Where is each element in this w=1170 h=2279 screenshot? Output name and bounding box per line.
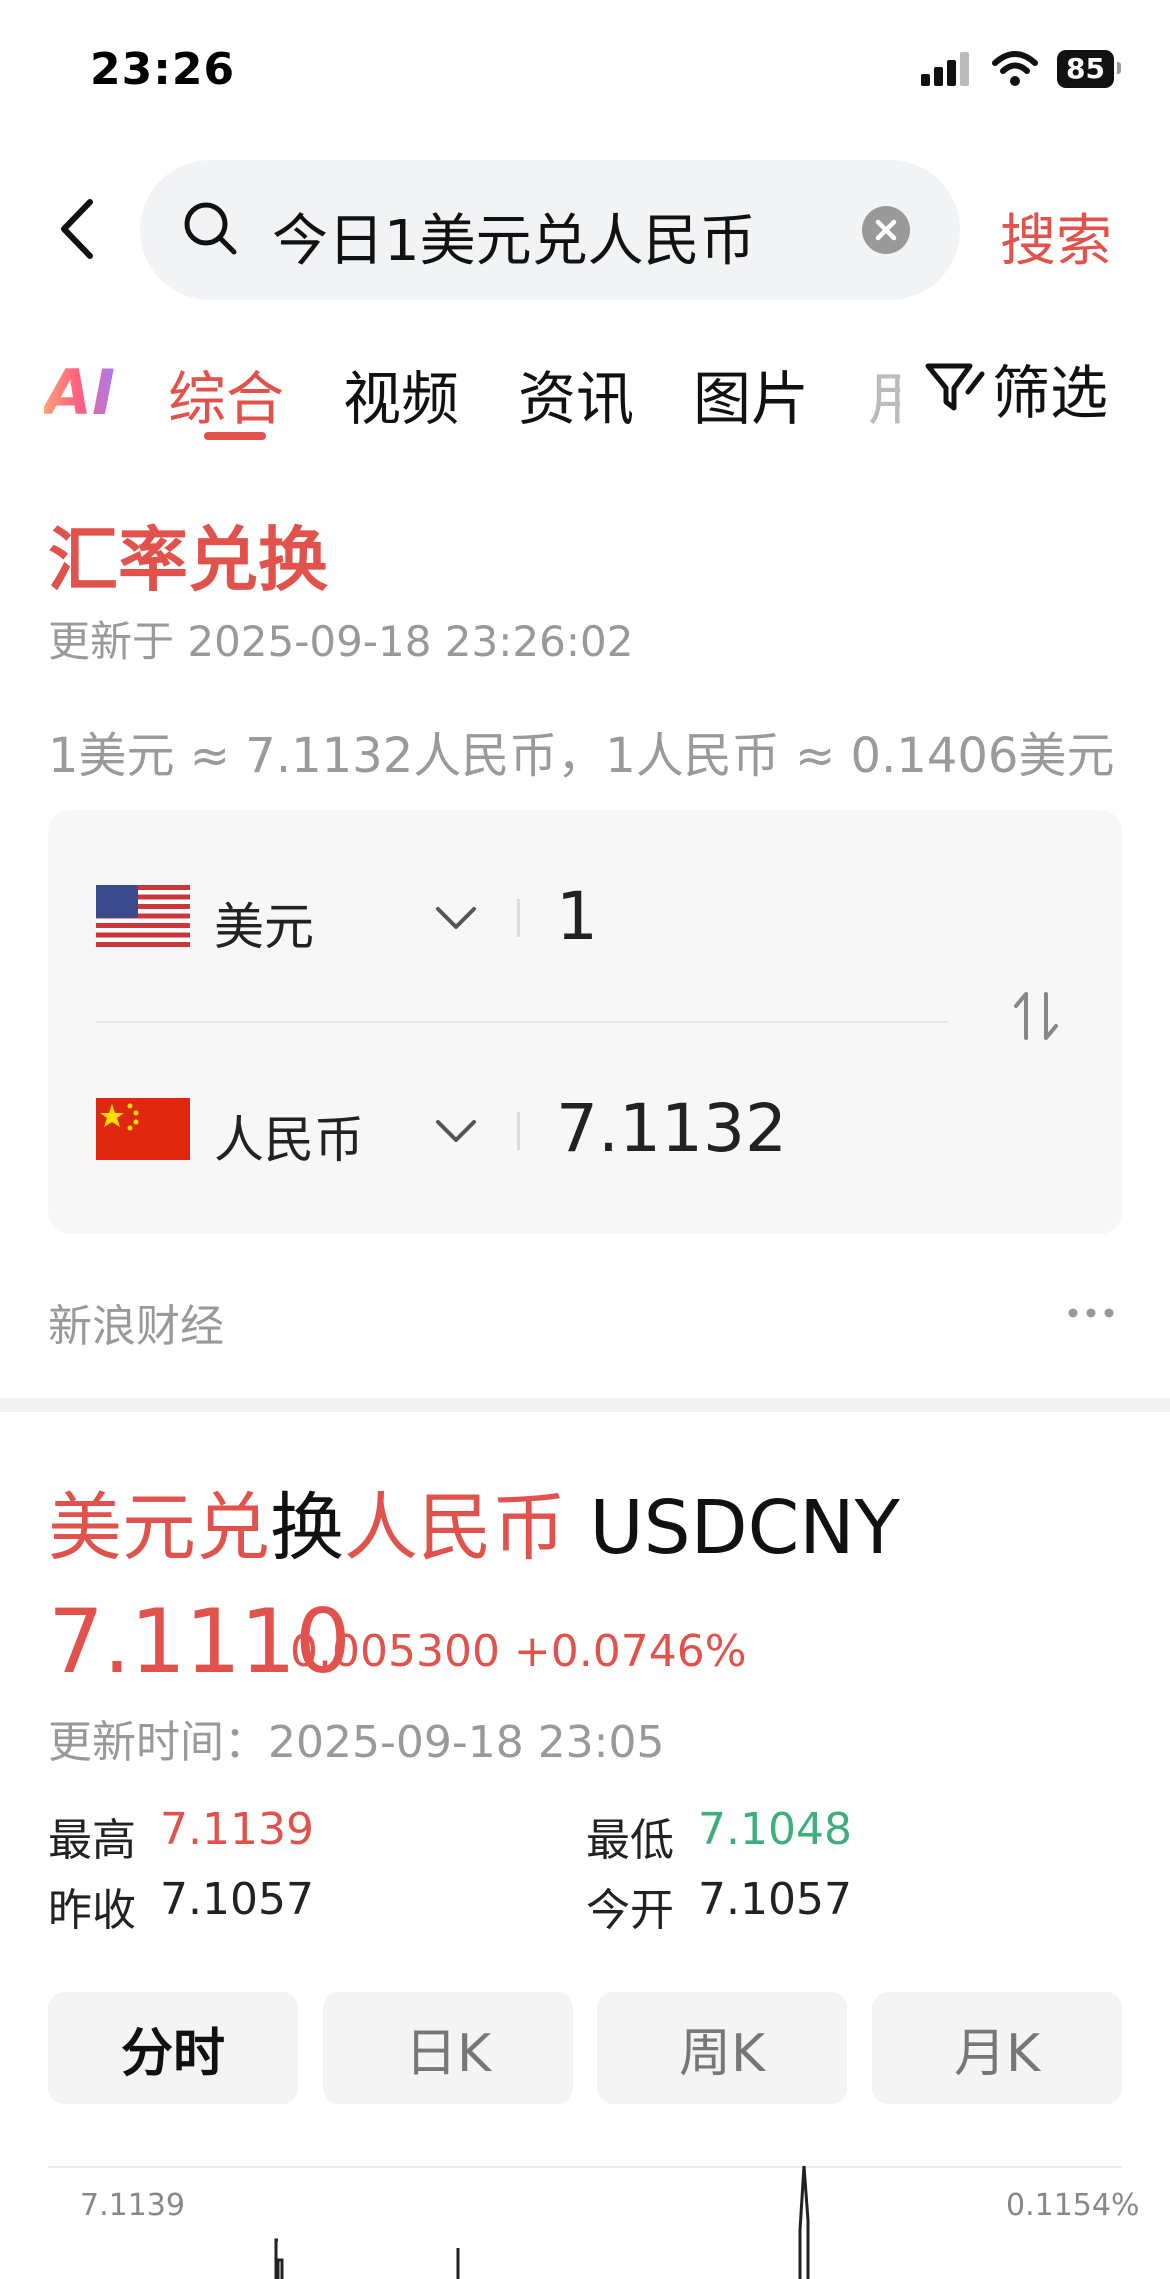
data-source: 新浪财经 <box>48 1301 224 1352</box>
to-amount-value[interactable]: 7.1132 <box>556 1090 787 1167</box>
back-arrow-icon[interactable] <box>56 196 100 262</box>
exchange-update-time: 更新于 2025-09-18 23:26:02 <box>48 617 634 666</box>
quote-title-part: 美元兑 <box>48 1485 270 1571</box>
low-label: 最低 <box>586 1815 674 1866</box>
quote-title-part: 人民币 <box>344 1485 566 1571</box>
status-time: 23:26 <box>90 44 236 95</box>
quote-change: 0.005300 +0.0746% <box>290 1626 747 1677</box>
intraday-chart <box>274 2165 810 2279</box>
to-currency-name[interactable]: 人民币 <box>214 1100 364 1172</box>
filter-label: 筛选 <box>992 359 1109 427</box>
chart-line-segment <box>798 2165 810 2279</box>
search-button[interactable]: 搜索 <box>1000 196 1112 277</box>
status-icons: 85 <box>921 50 1121 88</box>
from-currency-dropdown-icon[interactable] <box>434 903 478 933</box>
tab-video[interactable]: 视频 <box>343 352 459 436</box>
china-flag-icon <box>96 1098 190 1160</box>
open-label: 今开 <box>586 1885 674 1936</box>
to-row-separator <box>517 1112 520 1150</box>
search-input[interactable]: 今日1美元兑人民币 <box>272 196 756 277</box>
section-divider <box>0 1398 1170 1412</box>
us-flag-icon <box>96 885 190 947</box>
more-options-icon[interactable] <box>1066 1306 1116 1320</box>
wifi-icon <box>992 51 1039 86</box>
quote-title[interactable]: 美元兑换人民币 USDCNY <box>48 1468 900 1575</box>
exchange-rate-summary: 1美元 ≈ 7.1132人民币，1人民币 ≈ 0.1406美元 <box>48 728 1115 784</box>
prev-close-value: 7.1057 <box>160 1874 314 1925</box>
ai-tab-logo[interactable]: AI <box>44 356 115 429</box>
chart-top-left-label: 7.1139 <box>80 2188 185 2223</box>
swap-currency-icon[interactable] <box>1008 988 1064 1044</box>
tab-images[interactable]: 图片 <box>693 352 809 436</box>
from-row-separator <box>517 899 520 937</box>
high-value: 7.1139 <box>160 1804 314 1855</box>
from-currency-name[interactable]: 美元 <box>214 887 314 959</box>
active-tab-underline <box>204 432 266 440</box>
cellular-signal-icon <box>921 52 970 86</box>
open-value: 7.1057 <box>698 1874 852 1925</box>
chart-tab-monthly-k[interactable]: 月K <box>872 1992 1122 2104</box>
tab-comprehensive[interactable]: 综合 <box>168 352 284 436</box>
low-value: 7.1048 <box>698 1804 852 1855</box>
prev-close-label: 昨收 <box>48 1885 136 1936</box>
battery-indicator: 85 <box>1057 50 1121 88</box>
from-amount-input[interactable]: 1 <box>556 878 598 955</box>
chart-tab-daily-k[interactable]: 日K <box>323 1992 573 2104</box>
filter-icon <box>925 363 985 411</box>
tab-news[interactable]: 资讯 <box>518 352 634 436</box>
chart-line-segment <box>276 2258 284 2279</box>
clear-search-icon[interactable] <box>862 206 910 254</box>
chart-top-right-label: 0.1154% <box>1006 2188 1140 2223</box>
chart-tab-intraday[interactable]: 分时 <box>48 1992 298 2104</box>
quote-update-time: 更新时间：2025-09-18 23:05 <box>48 1717 665 1768</box>
quote-title-part: 换 <box>270 1485 344 1571</box>
exchange-card-title: 汇率兑换 <box>48 519 328 601</box>
high-label: 最高 <box>48 1815 136 1866</box>
converter-divider <box>96 1021 948 1023</box>
quote-title-part: USDCNY <box>566 1485 900 1571</box>
search-icon <box>184 202 237 255</box>
filter-button[interactable]: 筛选 <box>900 340 1170 436</box>
chart-tab-weekly-k[interactable]: 周K <box>597 1992 847 2104</box>
to-currency-dropdown-icon[interactable] <box>434 1116 478 1146</box>
